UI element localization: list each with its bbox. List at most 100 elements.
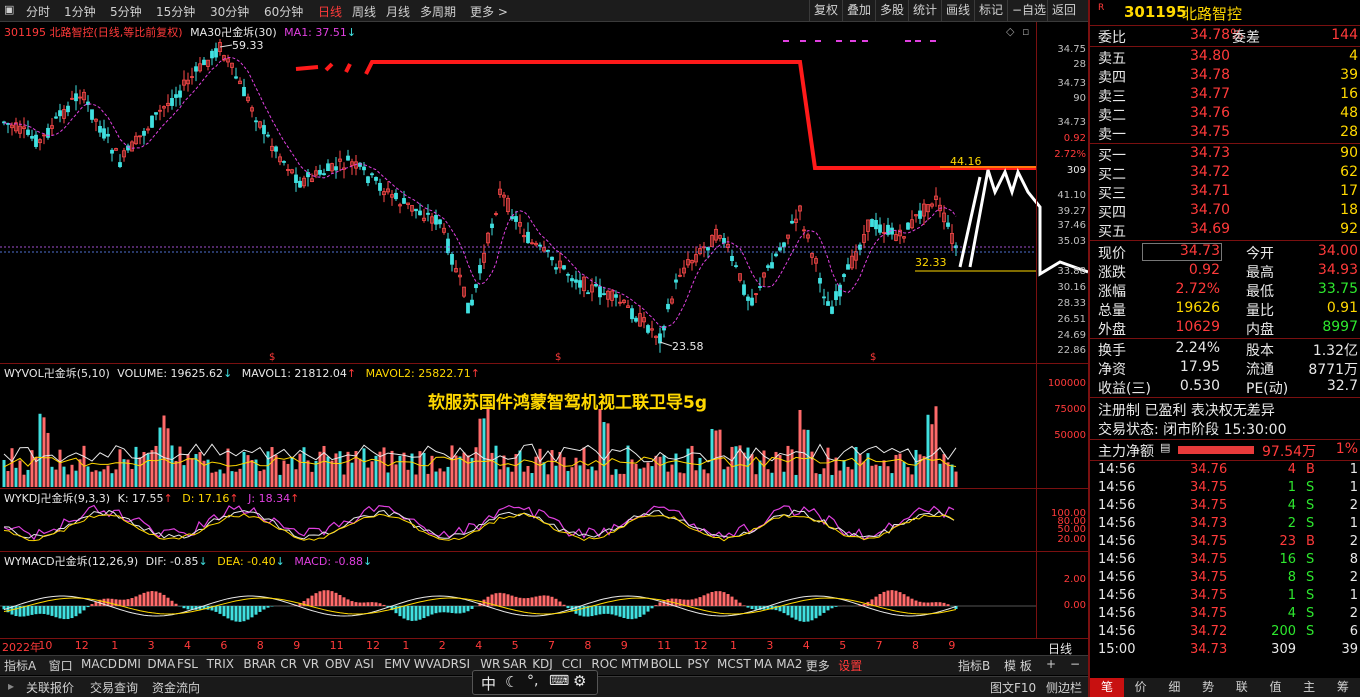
indicator-control[interactable]: − <box>1070 657 1080 671</box>
indicator-tab[interactable]: EMV <box>384 657 410 671</box>
candle-body <box>174 94 178 98</box>
status-link[interactable]: 关联报价 <box>26 679 74 696</box>
toolbar-action-button[interactable]: 叠加 <box>842 0 875 21</box>
indicator-tab[interactable]: BOLL <box>651 657 682 671</box>
indicator-control[interactable]: 指标B <box>958 657 990 674</box>
macd-bar <box>782 606 786 614</box>
macd-bar <box>222 606 226 617</box>
toolbar-action-button[interactable]: 多股 <box>875 0 908 21</box>
period-tab[interactable]: 月线 <box>386 3 410 20</box>
volume-bar <box>494 445 498 487</box>
indicator-tab[interactable]: WVAD <box>414 657 451 671</box>
main-flow-value: 97.54万 <box>1262 444 1317 460</box>
indicator-tab[interactable]: 更多 <box>806 657 830 674</box>
period-tab[interactable]: 分时 <box>26 3 50 20</box>
diamond-icon[interactable]: ◇ <box>1006 25 1014 38</box>
toolbar-action-button[interactable]: 统计 <box>908 0 941 21</box>
settings-gear-icon[interactable]: ⚙ <box>573 672 586 690</box>
toolbar-action-button[interactable]: 返回 <box>1047 0 1080 21</box>
toolbar-action-button[interactable]: 复权 <box>809 0 842 21</box>
indicator-tab[interactable]: MTM <box>621 657 649 671</box>
indicator-tab[interactable]: CCI <box>562 657 582 671</box>
chart-canvas[interactable]: $ $ $ <box>0 22 1088 638</box>
indicator-control[interactable]: 模 板 <box>1004 657 1032 674</box>
indicator-tab[interactable]: DMA <box>147 657 175 671</box>
volume-bar <box>238 468 242 487</box>
macd-bar <box>158 592 162 606</box>
volume-bar <box>142 452 146 487</box>
indicator-tab[interactable]: MA2 <box>776 657 802 671</box>
tick-volume: 1 <box>1287 480 1296 495</box>
window-icon[interactable]: ▫ <box>1022 25 1029 38</box>
period-tab[interactable]: 1分钟 <box>64 3 96 20</box>
sidebar-toggle[interactable]: 侧边栏 <box>1046 679 1082 696</box>
volume-bar <box>518 450 522 487</box>
period-tab[interactable]: 日线 <box>318 3 342 20</box>
status-link[interactable]: 交易查询 <box>90 679 138 696</box>
indicator-tab[interactable]: CR <box>280 657 297 671</box>
indicator-tab[interactable]: ROC <box>591 657 617 671</box>
f10-link[interactable]: 图文F10 <box>990 679 1036 696</box>
indicator-tab[interactable]: 设置 <box>838 657 862 674</box>
date-axis-label: 4 <box>802 639 810 652</box>
indicator-tab[interactable]: MA <box>754 657 773 671</box>
period-tab[interactable]: 15分钟 <box>156 3 195 20</box>
tick-side: S <box>1306 606 1315 621</box>
punctuation-icon[interactable]: °, <box>527 673 538 689</box>
quote-tab[interactable]: 笔 <box>1090 678 1124 697</box>
volume-bar <box>734 446 738 487</box>
period-tab[interactable]: 周线 <box>352 3 376 20</box>
chinese-input-icon[interactable]: 中 <box>481 673 496 694</box>
toolbar-action-button[interactable]: −自选 <box>1007 0 1047 21</box>
quote-tab[interactable]: 主 <box>1292 678 1326 697</box>
indicator-tab[interactable]: BRAR <box>243 657 276 671</box>
indicator-tab[interactable]: OBV <box>325 657 351 671</box>
quote-stat-row: 换手 2.24% 股本 1.32亿 <box>1098 340 1358 359</box>
indicator-tab[interactable]: VR <box>303 657 320 671</box>
toolbar-action-button[interactable]: 画线 <box>941 0 974 21</box>
quote-tab[interactable]: 势 <box>1191 678 1225 697</box>
status-link[interactable]: 资金流向 <box>152 679 200 696</box>
indicator-tab[interactable]: ASI <box>355 657 374 671</box>
quote-tab[interactable]: 价 <box>1124 678 1158 697</box>
toolbar-action-button[interactable]: 标记 <box>974 0 1007 21</box>
quote-tab[interactable]: 筹 <box>1326 678 1360 697</box>
collapse-icon[interactable]: ▸ <box>8 679 14 693</box>
indicator-tab[interactable]: SAR <box>503 657 527 671</box>
keyboard-icon[interactable]: ⌨ <box>549 673 569 689</box>
order-price: 34.73 <box>1190 145 1231 161</box>
volume-bar <box>530 473 534 487</box>
indicator-tab[interactable]: WR <box>480 657 500 671</box>
candle-body <box>870 219 874 227</box>
period-tab[interactable]: 更多 > <box>470 3 508 20</box>
indicator-control[interactable]: + <box>1046 657 1056 671</box>
chart-area[interactable]: $ $ $ <box>0 22 1088 638</box>
quote-tab[interactable]: 联 <box>1225 678 1259 697</box>
period-tab[interactable]: 多周期 <box>420 3 456 20</box>
menu-icon[interactable]: ▣ <box>4 3 14 16</box>
period-tab[interactable]: 30分钟 <box>210 3 249 20</box>
indicator-tab[interactable]: FSL <box>177 657 198 671</box>
macd-bar <box>790 606 794 618</box>
table-icon[interactable]: ▤ <box>1160 441 1170 454</box>
indicator-tab[interactable]: KDJ <box>532 657 553 671</box>
candle-body <box>526 231 530 244</box>
indicator-tab[interactable]: DMI <box>118 657 141 671</box>
concept-watermark: 软服苏国件鸿蒙智驾机视工联卫导5g <box>428 393 707 413</box>
indicator-tab[interactable]: MACD <box>81 657 117 671</box>
indicator-tab[interactable]: PSY <box>687 657 709 671</box>
macd-bar <box>378 603 382 606</box>
order-price: 34.75 <box>1190 124 1231 140</box>
indicator-tab[interactable]: 指标A <box>4 657 36 674</box>
volume-bar <box>454 455 458 487</box>
indicator-tab[interactable]: TRIX <box>207 657 234 671</box>
indicator-tab[interactable]: RSI <box>451 657 471 671</box>
indicator-tab[interactable]: MCST <box>717 657 751 671</box>
quote-tab[interactable]: 细 <box>1157 678 1191 697</box>
tick-count: 2 <box>1349 606 1358 621</box>
moon-icon[interactable]: ☾ <box>505 673 518 691</box>
period-tab[interactable]: 5分钟 <box>110 3 142 20</box>
quote-tab[interactable]: 值 <box>1259 678 1293 697</box>
period-tab[interactable]: 60分钟 <box>264 3 303 20</box>
indicator-tab[interactable]: 窗口 <box>49 657 73 674</box>
